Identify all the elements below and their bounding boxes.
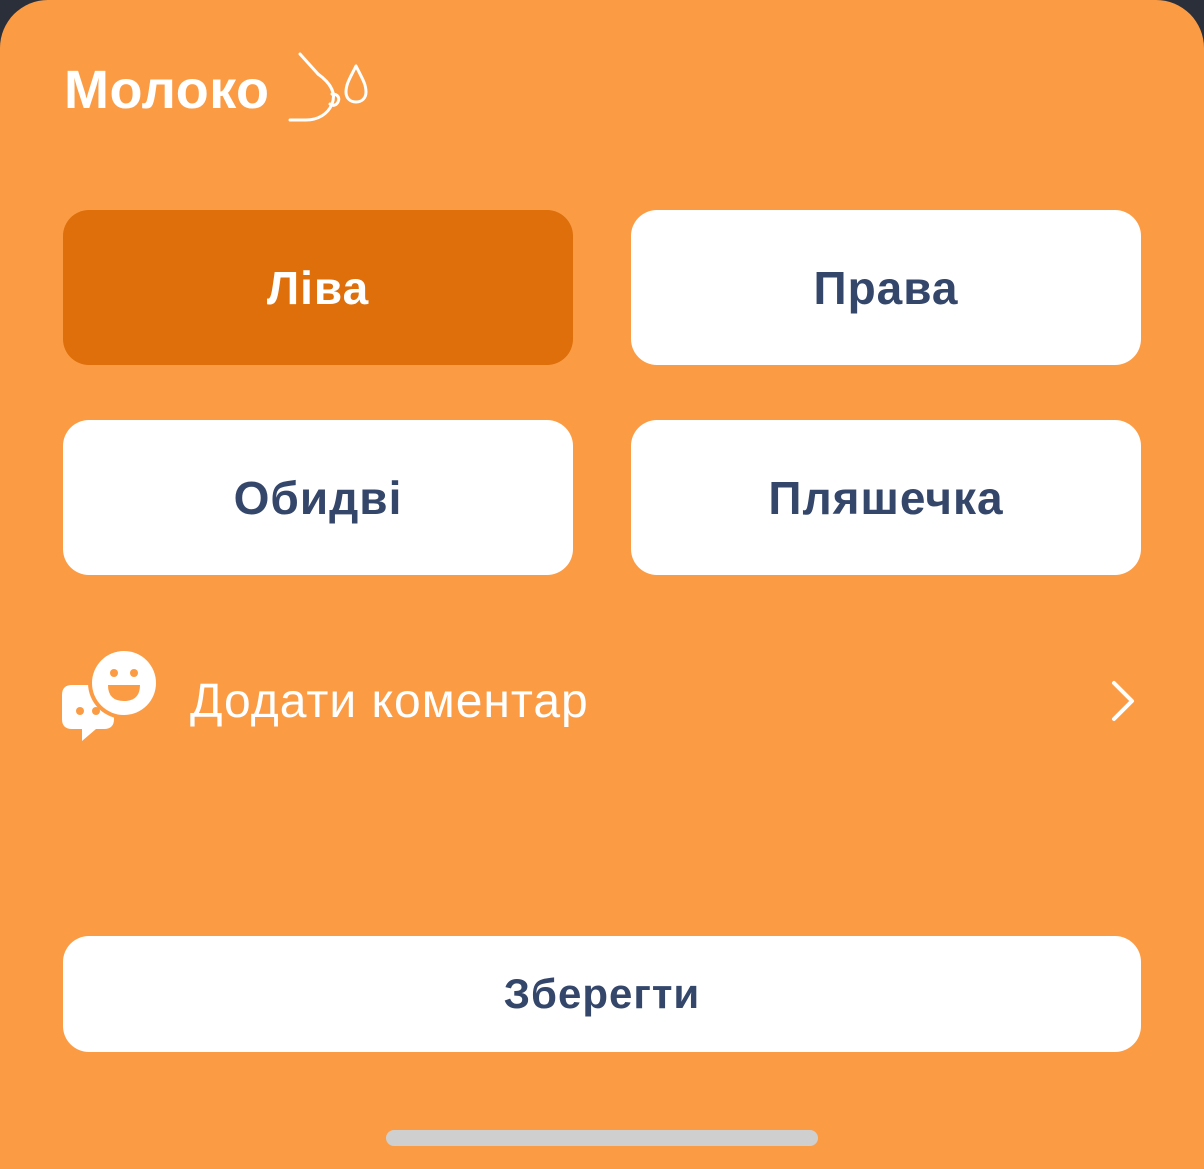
option-right-label: Права bbox=[813, 261, 959, 314]
option-left-label: Ліва bbox=[266, 261, 370, 314]
add-comment-row[interactable]: Додати коментар bbox=[62, 648, 1142, 754]
save-button-label: Зберегти bbox=[503, 970, 701, 1017]
bottom-sheet: Молоко Ліва Права Обидві Пляшечка Додати… bbox=[0, 0, 1204, 1169]
option-bottle-button[interactable]: Пляшечка bbox=[631, 420, 1141, 575]
option-left-button[interactable]: Ліва bbox=[63, 210, 573, 365]
option-both-button[interactable]: Обидві bbox=[63, 420, 573, 575]
chevron-right-icon bbox=[1112, 681, 1134, 721]
sheet-title: Молоко bbox=[64, 60, 270, 120]
save-button[interactable]: Зберегти bbox=[63, 936, 1141, 1052]
add-comment-label: Додати коментар bbox=[190, 674, 589, 728]
home-indicator[interactable] bbox=[386, 1130, 818, 1146]
option-bottle-label: Пляшечка bbox=[768, 471, 1004, 524]
breast-milk-icon bbox=[288, 52, 367, 122]
sheet-header: Молоко bbox=[64, 50, 372, 130]
comment-smile-icon bbox=[62, 649, 160, 741]
option-both-label: Обидві bbox=[233, 471, 403, 524]
option-right-button[interactable]: Права bbox=[631, 210, 1141, 365]
